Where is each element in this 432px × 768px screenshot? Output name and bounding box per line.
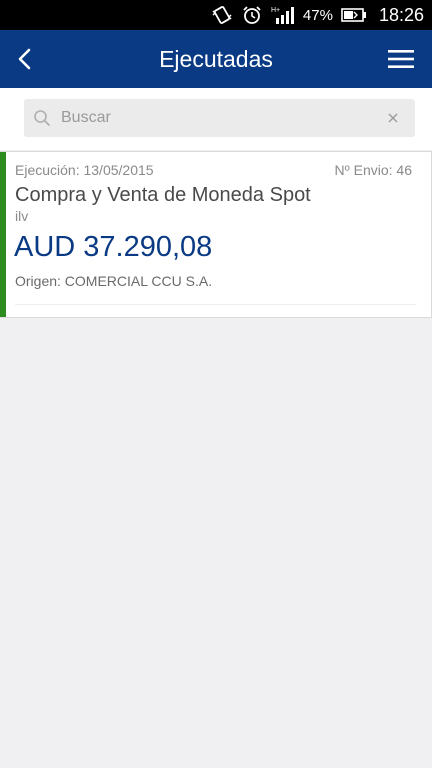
svg-text:H+: H+ bbox=[271, 7, 280, 14]
operation-amount: AUD 37.290,08 bbox=[14, 231, 213, 263]
signal-icon: H+ bbox=[271, 5, 295, 25]
search-area bbox=[0, 88, 432, 150]
battery-percent: 47% bbox=[302, 6, 333, 24]
search-icon bbox=[33, 108, 53, 128]
card-divider bbox=[15, 304, 416, 305]
battery-icon bbox=[341, 7, 367, 23]
envio-number: Nº Envio: 46 bbox=[334, 162, 413, 178]
operation-card[interactable]: Ejecución: 13/05/2015 Nº Envio: 46 Compr… bbox=[0, 151, 432, 318]
vibrate-icon bbox=[211, 5, 233, 25]
status-accent-bar bbox=[0, 152, 6, 317]
chevron-left-icon bbox=[18, 48, 31, 70]
status-bar: H+ 47% 18:26 bbox=[0, 0, 432, 30]
back-button[interactable] bbox=[10, 44, 40, 74]
close-icon bbox=[388, 113, 398, 123]
page-title: Ejecutadas bbox=[159, 45, 273, 72]
product-name: Compra y Venta de Moneda Spot bbox=[15, 184, 311, 206]
hamburger-menu-icon bbox=[388, 50, 414, 68]
search-bar bbox=[24, 99, 415, 137]
clear-search-button[interactable] bbox=[383, 108, 403, 128]
menu-button[interactable] bbox=[386, 44, 416, 74]
execution-date: Ejecución: 13/05/2015 bbox=[15, 162, 154, 178]
alarm-icon bbox=[241, 5, 263, 25]
operation-origin: Origen: COMERCIAL CCU S.A. bbox=[15, 273, 213, 289]
product-subtitle: ilv bbox=[15, 208, 29, 224]
status-time: 18:26 bbox=[378, 4, 424, 25]
app-header: Ejecutadas bbox=[0, 30, 432, 88]
search-input[interactable] bbox=[61, 109, 361, 127]
